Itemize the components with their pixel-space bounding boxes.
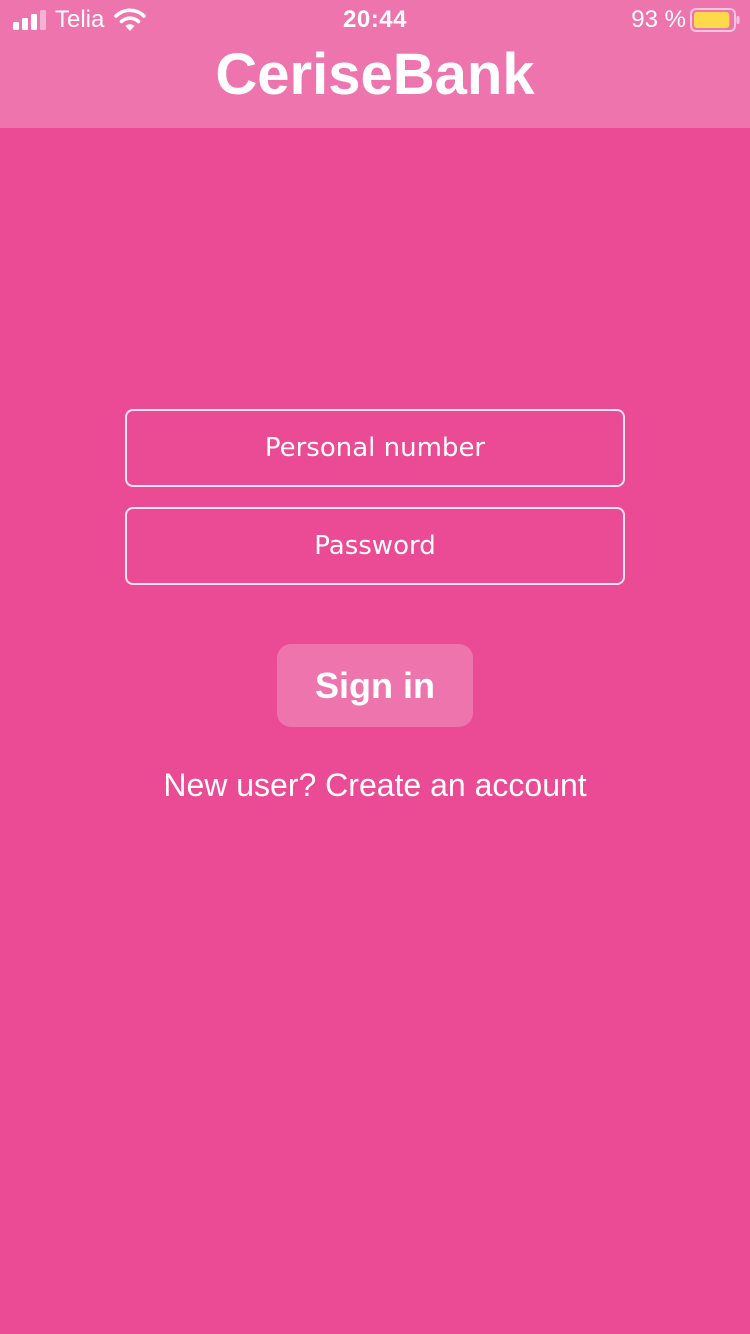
battery-icon [690, 8, 740, 32]
header-bar: Telia 20:44 93 % CeriseBank [0, 0, 750, 128]
battery-level-fill [694, 12, 730, 28]
create-account-link[interactable]: New user? Create an account [0, 765, 750, 805]
sign-in-button[interactable]: Sign in [277, 644, 473, 727]
password-input[interactable] [125, 507, 625, 585]
app-title: CeriseBank [215, 42, 535, 107]
status-bar: Telia 20:44 93 % [0, 0, 750, 40]
battery-percent: 93 % [631, 6, 686, 33]
personal-number-input[interactable] [125, 409, 625, 487]
